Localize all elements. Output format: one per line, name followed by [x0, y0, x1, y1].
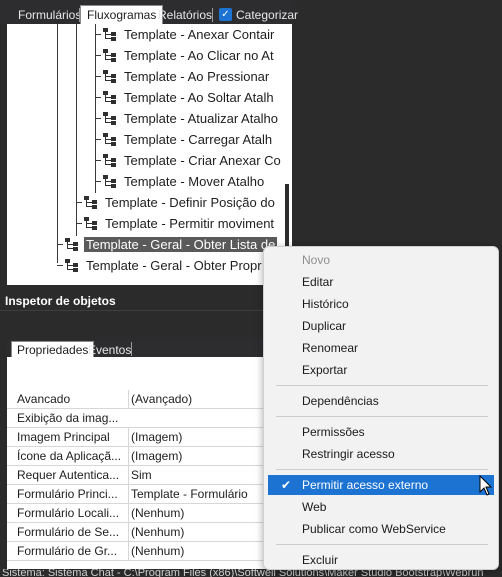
- menu-item-historico[interactable]: Histórico: [268, 294, 494, 314]
- tree-item-selected[interactable]: Template - Geral - Obter Lista de: [57, 234, 278, 255]
- tree-item[interactable]: Template - Ao Pressionar: [95, 66, 271, 87]
- flowchart-icon: [103, 48, 119, 62]
- tree-item[interactable]: Template - Mover Atalho: [95, 171, 266, 192]
- tree-item[interactable]: Template - Definir Posição do: [76, 192, 277, 213]
- tree-item[interactable]: Template - Ao Soltar Atalh: [95, 87, 276, 108]
- property-row[interactable]: Formulário de Se... (Nenhum): [7, 523, 292, 542]
- flowchart-tree[interactable]: Template - Anexar Contair Template - Ao …: [7, 24, 292, 285]
- tree-item[interactable]: Template - Ao Clicar no At: [95, 45, 276, 66]
- tab-propriedades[interactable]: Propriedades: [11, 341, 95, 358]
- tab-relatorios[interactable]: Relatórios: [152, 6, 218, 24]
- tab-separator: [212, 8, 213, 22]
- menu-item-web[interactable]: Web: [268, 497, 494, 517]
- tree-item[interactable]: Template - Anexar Contair: [95, 24, 276, 45]
- categorizar-label[interactable]: Categorizar: [230, 6, 304, 24]
- menu-separator: [276, 416, 488, 417]
- menu-item-excluir[interactable]: Excluir: [268, 550, 494, 570]
- inspector-tabs: Propriedades Eventos: [7, 340, 292, 358]
- property-row[interactable]: Ícone da Aplicaçã... (Imagem): [7, 447, 292, 466]
- menu-item-dependencias[interactable]: Dependências: [268, 391, 494, 411]
- tab-bar: Formulários Fluxogramas Relatórios ✓ Cat…: [0, 0, 298, 24]
- flowchart-icon: [103, 111, 119, 125]
- menu-item-permissoes[interactable]: Permissões: [268, 422, 494, 442]
- property-row[interactable]: Requer Autentica... Sim: [7, 466, 292, 485]
- flowchart-icon: [103, 27, 119, 41]
- menu-item-duplicar[interactable]: Duplicar: [268, 316, 494, 336]
- flowchart-icon: [103, 174, 119, 188]
- tab-fluxogramas[interactable]: Fluxogramas: [80, 5, 164, 24]
- flowchart-icon: [65, 237, 81, 251]
- menu-item-renomear[interactable]: Renomear: [268, 338, 494, 358]
- tree-item[interactable]: Template - Atualizar Atalho: [95, 108, 280, 129]
- tree-item[interactable]: Template - Geral - Obter Propr: [57, 255, 264, 276]
- tree-item[interactable]: Template - Criar Anexar Co: [95, 150, 283, 171]
- property-row[interactable]: Avancado (Avançado): [7, 390, 292, 409]
- inspector-title: Inspetor de objetos: [5, 294, 116, 308]
- tree-scrollbar-thumb[interactable]: [285, 184, 289, 246]
- checkmark-icon: ✔: [281, 478, 292, 492]
- flowchart-icon: [84, 195, 100, 209]
- menu-item-label: Permitir acesso externo: [302, 478, 429, 492]
- menu-item-permitir-acesso-externo[interactable]: ✔ Permitir acesso externo: [268, 475, 494, 495]
- flowchart-icon: [84, 216, 100, 230]
- menu-item-publicar-webservice[interactable]: Publicar como WebService: [268, 519, 494, 539]
- divider: [0, 310, 292, 311]
- menu-item-novo: Novo: [302, 253, 331, 267]
- flowchart-icon: [65, 258, 81, 272]
- menu-item-restringir-acesso[interactable]: Restringir acesso: [268, 444, 494, 464]
- menu-separator: [276, 544, 488, 545]
- property-row[interactable]: Formulário de Gr... (Nenhum): [7, 542, 292, 561]
- flowchart-icon: [103, 153, 119, 167]
- tab-formularios[interactable]: Formulários: [12, 6, 87, 24]
- property-row[interactable]: Imagem Principal (Imagem): [7, 428, 292, 447]
- tree-guide: [57, 24, 58, 263]
- tab-separator: [131, 342, 132, 356]
- menu-separator: [276, 385, 488, 386]
- tree-item[interactable]: Template - Carregar Atalh: [95, 129, 274, 150]
- property-row[interactable]: Exibição da imag...: [7, 409, 292, 428]
- tab-eventos[interactable]: Eventos: [83, 342, 136, 358]
- status-bar: Sistema: Sistema Chat - C:\Program Files…: [0, 569, 502, 577]
- menu-separator: [276, 469, 488, 470]
- mouse-cursor-icon: [479, 475, 493, 496]
- menu-item-editar[interactable]: Editar: [268, 272, 494, 292]
- flowchart-icon: [103, 90, 119, 104]
- context-menu: Novo Editar Histórico Duplicar Renomear …: [263, 246, 499, 570]
- property-row[interactable]: Formulário Princi... Template - Formulár…: [7, 485, 292, 504]
- property-row[interactable]: Formulário Locali... (Nenhum): [7, 504, 292, 523]
- tree-item[interactable]: Template - Permitir moviment: [76, 213, 276, 234]
- flowchart-icon: [103, 132, 119, 146]
- flowchart-icon: [103, 69, 119, 83]
- menu-item-exportar[interactable]: Exportar: [268, 360, 494, 380]
